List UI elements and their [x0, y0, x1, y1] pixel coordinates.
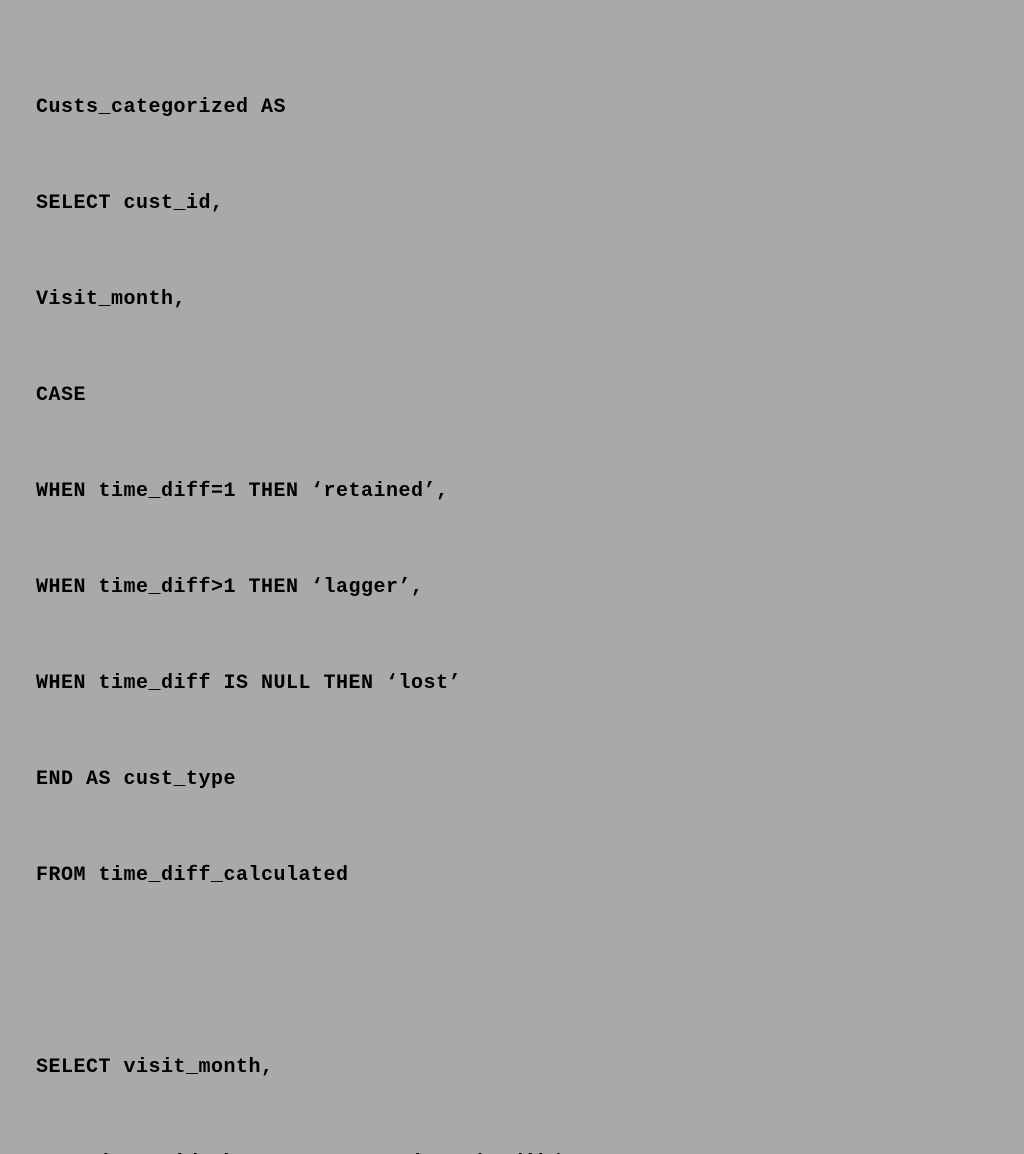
code-line: CASE — [36, 380, 988, 412]
code-line: count(cust_id where cust_type=’retained’… — [36, 1148, 988, 1154]
code-line: FROM time_diff_calculated — [36, 860, 988, 892]
code-line: END AS cust_type — [36, 764, 988, 796]
code-line: SELECT cust_id, — [36, 188, 988, 220]
sql-code-block: Custs_categorized AS SELECT cust_id, Vis… — [36, 28, 988, 1154]
code-line: Custs_categorized AS — [36, 92, 988, 124]
code-line: WHEN time_diff=1 THEN ‘retained’, — [36, 476, 988, 508]
code-line — [36, 956, 988, 988]
code-line: Visit_month, — [36, 284, 988, 316]
code-line: SELECT visit_month, — [36, 1052, 988, 1084]
code-line: WHEN time_diff IS NULL THEN ‘lost’ — [36, 668, 988, 700]
